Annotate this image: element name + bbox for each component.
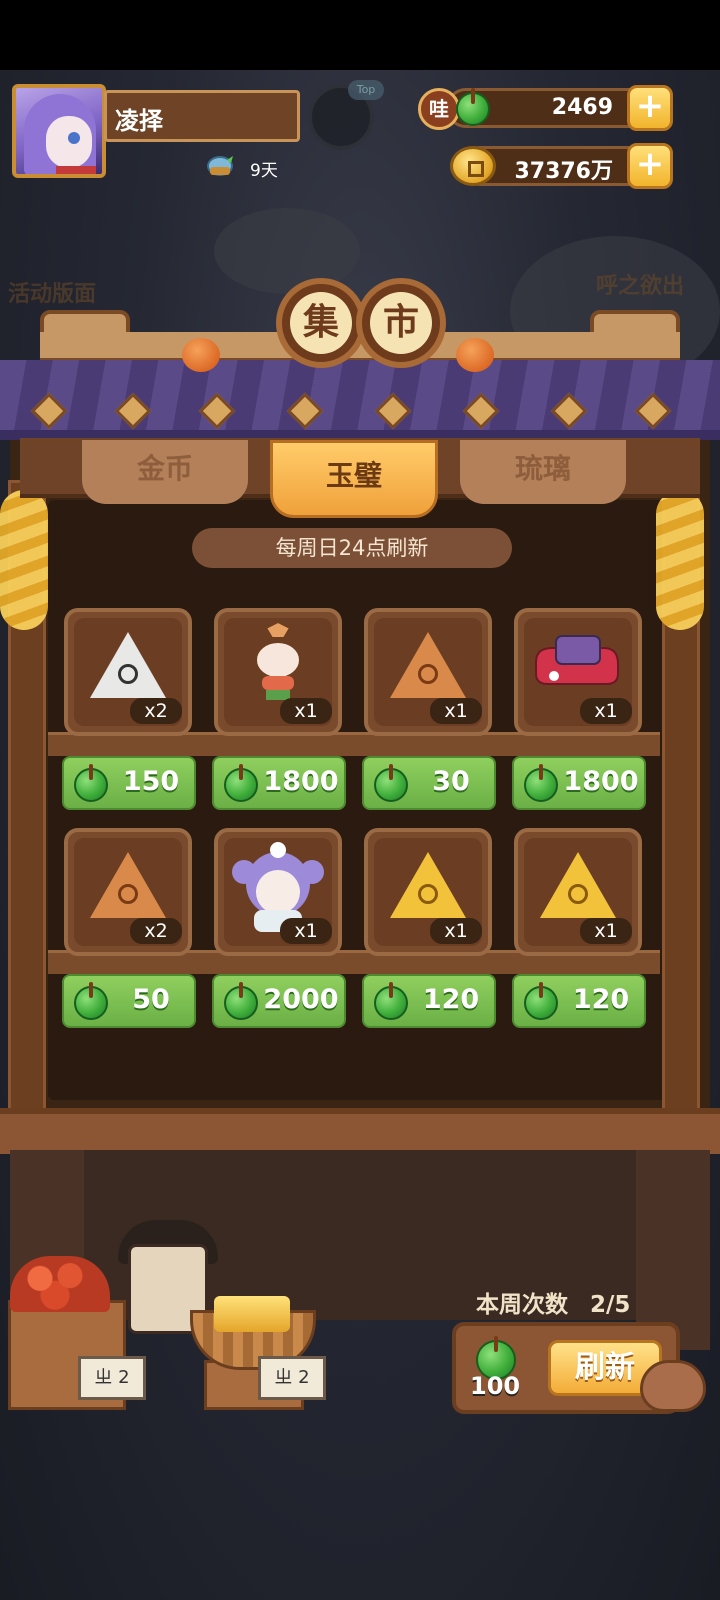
jade-add-button[interactable]: + bbox=[627, 85, 673, 131]
tomato-pile-icon bbox=[10, 1256, 110, 1312]
item-price: 50 bbox=[132, 984, 170, 1015]
streak-days: 9天 bbox=[250, 161, 278, 181]
shop-item-3[interactable]: x1 bbox=[364, 608, 492, 736]
persimmon-left-icon bbox=[182, 338, 220, 372]
roof-tiles bbox=[0, 360, 720, 440]
buy-button-item-6[interactable]: 2000 bbox=[212, 974, 346, 1028]
market-title-char-2: 市 bbox=[356, 278, 446, 368]
stall-price-tag-right: ㄓ 2 bbox=[258, 1356, 326, 1400]
stall-price-tag-left: ㄓ 2 bbox=[78, 1356, 146, 1400]
item-quantity: x1 bbox=[580, 918, 632, 944]
avatar-eye bbox=[68, 132, 80, 144]
jade-icon bbox=[74, 982, 108, 1020]
item-emblem bbox=[118, 664, 138, 684]
item-price: 120 bbox=[572, 984, 630, 1015]
rank-tag: Top bbox=[348, 80, 384, 100]
jade-icon bbox=[224, 982, 258, 1020]
item-price: 150 bbox=[122, 766, 180, 797]
weekly-label: 本周次数 bbox=[476, 1292, 568, 1318]
buy-button-item-4[interactable]: 1800 bbox=[512, 756, 646, 810]
jade-badge: 哇 bbox=[418, 88, 460, 130]
status-bar bbox=[0, 0, 720, 70]
critter-mascot-icon bbox=[640, 1360, 706, 1412]
market-title-text-2: 市 bbox=[370, 292, 432, 354]
item-emblem bbox=[418, 884, 438, 904]
shop-item-4[interactable]: x1 bbox=[514, 608, 642, 736]
jade-icon bbox=[524, 982, 558, 1020]
shop-item-5[interactable]: x2 bbox=[64, 828, 192, 956]
shop-item-1[interactable]: x2 bbox=[64, 608, 192, 736]
item-emblem bbox=[568, 884, 588, 904]
refresh-cost: 100 bbox=[470, 1372, 521, 1400]
player-avatar[interactable] bbox=[12, 84, 106, 178]
shop-item-7[interactable]: x1 bbox=[364, 828, 492, 956]
tab-gold[interactable]: 金币 bbox=[82, 440, 248, 504]
jade-amount: 2469 bbox=[551, 95, 613, 120]
item-quantity: x1 bbox=[280, 918, 332, 944]
buy-button-item-5[interactable]: 50 bbox=[62, 974, 196, 1028]
shop-item-2[interactable]: x1 bbox=[214, 608, 342, 736]
coin-amount: 37376万 bbox=[514, 159, 613, 184]
buy-button-item-3[interactable]: 30 bbox=[362, 756, 496, 810]
jade-icon bbox=[224, 764, 258, 802]
coin-icon bbox=[450, 146, 496, 186]
item-price: 120 bbox=[422, 984, 480, 1015]
item-price: 30 bbox=[432, 766, 470, 797]
buy-button-item-1[interactable]: 150 bbox=[62, 756, 196, 810]
item-price: 1800 bbox=[563, 766, 639, 797]
tab-glaze[interactable]: 琉璃 bbox=[460, 440, 626, 504]
jade-icon bbox=[456, 88, 490, 126]
jade-icon bbox=[374, 764, 408, 802]
market-screen: 活动版面 呼之欲出 凌择 Top 9天 2469 + 哇 37376万 + 集 … bbox=[0, 0, 720, 1600]
item-emblem bbox=[418, 664, 438, 684]
item-emblem bbox=[118, 884, 138, 904]
market-title-text-1: 集 bbox=[290, 292, 352, 354]
jade-icon bbox=[374, 982, 408, 1020]
shop-item-8[interactable]: x1 bbox=[514, 828, 642, 956]
weekly-refresh-count: 本周次数 2/5 bbox=[476, 1285, 630, 1319]
buy-button-item-2[interactable]: 1800 bbox=[212, 756, 346, 810]
item-quantity: x1 bbox=[580, 698, 632, 724]
item-price: 1800 bbox=[263, 766, 339, 797]
corn-decoration-right-icon bbox=[656, 490, 704, 630]
counter-top bbox=[0, 1108, 720, 1154]
item-quantity: x1 bbox=[430, 918, 482, 944]
corn-decoration-left-icon bbox=[0, 490, 48, 630]
weekly-count: 2/5 bbox=[590, 1292, 631, 1318]
coin-add-button[interactable]: + bbox=[627, 143, 673, 189]
jade-icon bbox=[524, 764, 558, 802]
item-quantity: x2 bbox=[130, 698, 182, 724]
item-quantity: x1 bbox=[280, 698, 332, 724]
gold-ingot-icon bbox=[214, 1296, 290, 1332]
persimmon-right-icon bbox=[456, 338, 494, 372]
avatar-collar bbox=[56, 166, 96, 174]
item-quantity: x1 bbox=[430, 698, 482, 724]
side-button-activity[interactable]: 活动版面 bbox=[8, 276, 96, 308]
buy-button-item-8[interactable]: 120 bbox=[512, 974, 646, 1028]
item-quantity: x2 bbox=[130, 918, 182, 944]
item-price: 2000 bbox=[263, 984, 339, 1015]
shop-item-6[interactable]: x1 bbox=[214, 828, 342, 956]
side-button-summon[interactable]: 呼之欲出 bbox=[596, 268, 684, 300]
buy-button-item-7[interactable]: 120 bbox=[362, 974, 496, 1028]
counter-leg-right bbox=[636, 1150, 710, 1350]
tab-jade[interactable]: 玉璧 bbox=[270, 440, 438, 518]
jade-icon bbox=[74, 764, 108, 802]
player-name: 凌择 bbox=[104, 90, 300, 142]
refresh-schedule-note: 每周日24点刷新 bbox=[192, 528, 512, 568]
market-title-char-1: 集 bbox=[276, 278, 366, 368]
streak-bowl-icon bbox=[207, 156, 233, 176]
